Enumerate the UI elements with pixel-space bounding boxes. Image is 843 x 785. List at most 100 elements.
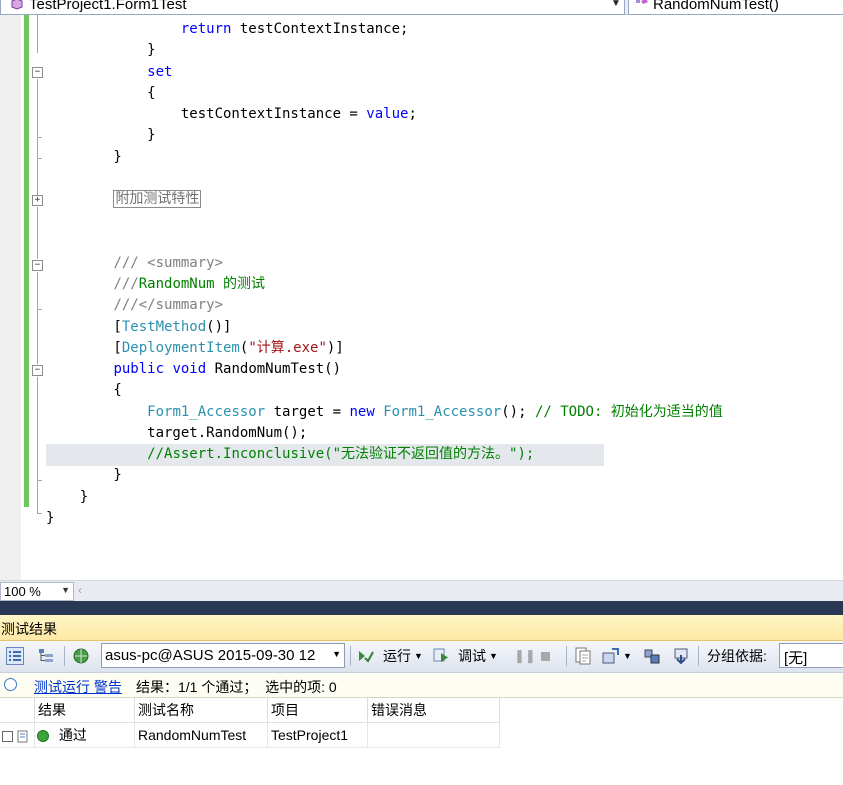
- code-token: testContextInstance =: [46, 106, 367, 122]
- code-line[interactable]: }: [46, 487, 88, 508]
- run-label: 运行: [383, 648, 411, 664]
- outline-end-tick: [37, 480, 42, 481]
- code-token: "计算.exe": [248, 339, 327, 356]
- debug-label: 调试: [458, 648, 486, 664]
- chevron-down-icon: ▼: [332, 649, 341, 659]
- toolbar-separator: [64, 646, 65, 666]
- outline-line: [37, 377, 38, 513]
- scroll-left-icon[interactable]: ‹: [78, 583, 82, 597]
- export-button[interactable]: [672, 645, 690, 667]
- outline-line: [37, 310, 38, 364]
- stop-button[interactable]: [541, 645, 550, 667]
- code-line[interactable]: }: [46, 147, 121, 168]
- code-token: public: [113, 361, 165, 377]
- group-by-dropdown[interactable]: [无]: [779, 643, 843, 668]
- code-line[interactable]: }: [46, 465, 122, 486]
- row-select-cell[interactable]: [0, 723, 35, 747]
- code-token: ;: [408, 106, 417, 122]
- test-run-value: asus-pc@ASUS 2015-09-30 12: [105, 647, 316, 664]
- zoom-level: 100 %: [4, 584, 41, 599]
- run-button[interactable]: 运行 ▼: [357, 645, 423, 667]
- collapse-icon[interactable]: −: [32, 67, 43, 78]
- select-column-header[interactable]: [0, 698, 35, 722]
- code-token: ///: [113, 254, 148, 271]
- class-selector-dropdown[interactable]: TestProject1.Form1Test ▼: [0, 0, 625, 15]
- toolbar-separator: [698, 646, 699, 666]
- test-list-button[interactable]: [72, 645, 90, 667]
- code-line[interactable]: ///</summary>: [46, 295, 223, 316]
- code-line[interactable]: 附加测试特性: [46, 189, 202, 210]
- code-line[interactable]: }: [46, 508, 54, 529]
- code-navigation-bar: TestProject1.Form1Test ▼ RandomNumTest(): [0, 0, 843, 15]
- code-token: ()]: [206, 318, 232, 335]
- code-line[interactable]: ///RandomNum 的测试: [46, 274, 265, 295]
- code-line[interactable]: {: [46, 380, 122, 401]
- group-by-value: [无]: [784, 650, 808, 667]
- code-editor[interactable]: − + − − return testContextInstance; } se…: [0, 15, 843, 580]
- pause-button[interactable]: ❚❚: [514, 645, 536, 667]
- code-line[interactable]: set: [46, 62, 172, 83]
- panel-title: 测试结果: [1, 621, 57, 637]
- code-line[interactable]: testContextInstance = value;: [46, 104, 417, 125]
- code-token: Form1_Accessor: [383, 403, 502, 420]
- result-value: 通过: [58, 727, 87, 743]
- code-token: }: [46, 42, 156, 59]
- row-checkbox[interactable]: [2, 730, 13, 742]
- status-info-icon: [4, 678, 17, 691]
- collapsed-region[interactable]: 附加测试特性: [113, 190, 202, 208]
- chevron-down-icon: ▼: [611, 0, 621, 9]
- test-run-warning-link[interactable]: 测试运行 警告: [34, 677, 122, 697]
- code-line[interactable]: public void RandomNumTest(): [46, 359, 341, 380]
- run-details-button[interactable]: [643, 645, 661, 667]
- code-line[interactable]: [DeploymentItem("计算.exe")]: [46, 338, 343, 359]
- import-results-button[interactable]: [574, 645, 592, 667]
- export-icon: [674, 648, 688, 665]
- globe-icon: [73, 648, 89, 664]
- column-header-project[interactable]: 项目: [268, 698, 368, 722]
- change-tracking-bar: [24, 15, 29, 507]
- error-message-cell: [368, 723, 500, 747]
- publish-button[interactable]: ▼: [602, 645, 632, 667]
- panel-splitter[interactable]: [0, 601, 843, 615]
- editor-bottom-bar: 100 % ▼ ‹: [0, 580, 843, 601]
- member-selector-dropdown[interactable]: RandomNumTest(): [628, 0, 843, 15]
- code-line[interactable]: /// <summary>: [46, 253, 223, 274]
- test-run-dropdown[interactable]: asus-pc@ASUS 2015-09-30 12 ▼: [101, 643, 345, 668]
- code-line[interactable]: }: [46, 40, 156, 61]
- chevron-down-icon: ▼: [414, 651, 423, 661]
- expand-icon[interactable]: +: [32, 195, 43, 206]
- tree-view-button[interactable]: [37, 645, 55, 667]
- outline-line: [37, 79, 38, 159]
- code-line[interactable]: }: [46, 125, 155, 146]
- list-view-icon: [6, 647, 24, 665]
- code-token: Form1_Accessor: [147, 403, 266, 420]
- debug-icon: [433, 648, 448, 662]
- collapse-icon[interactable]: −: [32, 260, 43, 271]
- code-line[interactable]: return testContextInstance;: [46, 19, 409, 40]
- code-token: {: [46, 382, 122, 399]
- zoom-dropdown[interactable]: 100 % ▼: [0, 582, 74, 601]
- method-icon: [636, 0, 648, 4]
- code-token: }: [46, 467, 122, 484]
- debug-button[interactable]: 调试 ▼: [432, 645, 498, 667]
- code-line[interactable]: //Assert.Inconclusive("无法验证不返回值的方法。");: [46, 444, 534, 465]
- collapse-icon[interactable]: −: [32, 365, 43, 376]
- code-line[interactable]: Form1_Accessor target = new Form1_Access…: [46, 402, 723, 423]
- column-header-result[interactable]: 结果: [35, 698, 135, 722]
- code-token: [: [46, 339, 122, 356]
- test-name-cell: RandomNumTest: [135, 723, 268, 747]
- column-header-error-message[interactable]: 错误消息: [368, 698, 500, 722]
- code-line[interactable]: {: [46, 83, 155, 104]
- results-toolbar: asus-pc@ASUS 2015-09-30 12 ▼ 运行 ▼ 调试 ▼ ❚…: [0, 641, 843, 673]
- code-token: //Assert.Inconclusive("无法验证不返回值的方法。");: [147, 446, 535, 462]
- code-line[interactable]: [TestMethod()]: [46, 317, 231, 338]
- document-icon: [575, 647, 591, 665]
- outline-line: [37, 15, 38, 53]
- code-line[interactable]: target.RandomNum();: [46, 423, 307, 444]
- list-view-button[interactable]: [6, 645, 24, 667]
- column-header-test-name[interactable]: 测试名称: [135, 698, 268, 722]
